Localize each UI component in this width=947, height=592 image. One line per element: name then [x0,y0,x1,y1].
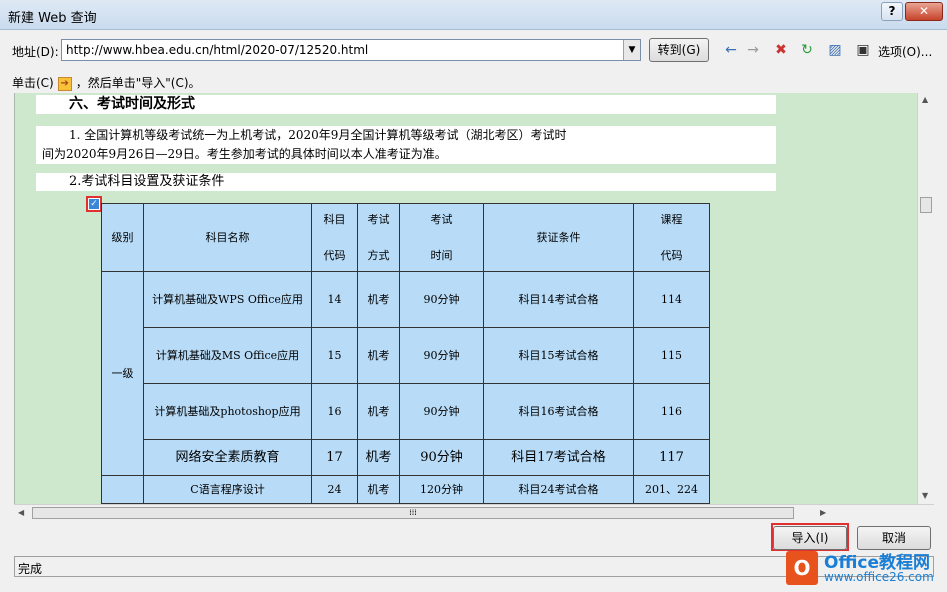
title-bar: 新建 Web 查询 ? ✕ [0,0,947,30]
cell-mode: 机考 [357,439,400,476]
cell-code: 14 [311,271,358,328]
hint-before: 单击(C) [12,76,54,90]
cell-condition: 科目24考试合格 [483,475,634,504]
address-input[interactable]: http://www.hbea.edu.cn/html/2020-07/1252… [61,39,641,61]
level-cell: 一级 [101,271,144,476]
dropdown-arrow-icon[interactable]: ▼ [623,40,640,60]
cell-condition: 科目16考试合格 [483,383,634,440]
stop-icon[interactable]: ✖ [771,40,791,60]
cell-name: 网络安全素质教育 [143,439,312,476]
header-mode: 考试 方式 [357,203,400,272]
watermark-url: www.office26.com [824,570,934,584]
exam-table: 级别 科目名称 科目 代码 考试 方式 考试 时间 获证条件 课程 代码 一级 计算机基… [101,203,710,504]
scroll-left-icon[interactable]: ◀ [18,508,24,517]
cell-name: C语言程序设计 [143,475,312,504]
cell-name: 计算机基础及WPS Office应用 [143,271,312,328]
header-name: 科目名称 [143,203,312,272]
help-button[interactable]: ? [881,2,903,21]
cell-course: 114 [633,271,710,328]
cell-condition: 科目17考试合格 [483,439,634,476]
table-row: 一级 计算机基础及WPS Office应用 14 机考 90分钟 科目14考试合… [101,271,710,476]
table-row: 计算机基础及MS Office应用 15 机考 90分钟 科目15考试合格 11… [102,327,710,384]
cell-mode: 机考 [357,383,400,440]
horizontal-scrollbar[interactable]: ◀ ⁞⁞⁞ ▶ [14,504,934,521]
header-level: 级别 [101,203,144,272]
horizontal-scroll-thumb[interactable]: ⁞⁞⁞ [32,507,794,519]
header-time: 考试 时间 [399,203,484,272]
go-button[interactable]: 转到(G) [649,38,709,62]
address-label: 地址(D): [12,45,59,59]
cell-time: 90分钟 [399,271,484,328]
header-code: 科目 代码 [311,203,358,272]
cell-course: 201、224 [633,475,710,504]
cell-time: 90分钟 [399,327,484,384]
cell-course: 115 [633,327,710,384]
header-condition: 获证条件 [483,203,634,272]
cell-code: 15 [311,327,358,384]
vertical-scrollbar[interactable]: ▲ ▼ [917,93,934,504]
select-arrow-icon: ➔ [57,76,72,91]
web-preview: 六、考试时间及形式 1. 全国计算机等级考试统一为上机考试，2020年9月全国计… [14,93,917,504]
cell-course: 116 [633,383,710,440]
save-query-icon[interactable]: ▣ [853,40,873,60]
cell-course: 117 [633,439,710,476]
table-row: 网络安全素质教育 17 机考 90分钟 科目17考试合格 117 [102,439,710,476]
sub-title: 2.考试科目设置及获证条件 [36,173,776,191]
hint-after: ，然后单击"导入"(C)。 [75,76,201,90]
office-logo-icon: O [786,551,818,585]
forward-icon[interactable]: → [743,40,763,60]
table-row: 计算机基础及photoshop应用 16 机考 90分钟 科目16考试合格 11… [102,383,710,440]
close-button[interactable]: ✕ [905,2,943,21]
scroll-up-icon[interactable]: ▲ [922,95,928,104]
cell-time: 90分钟 [399,383,484,440]
cell-condition: 科目15考试合格 [483,327,634,384]
check-icon: ✓ [89,199,99,209]
back-icon[interactable]: ← [721,40,741,60]
window-title: 新建 Web 查询 [8,11,97,26]
cell-code: 24 [311,475,358,504]
cell-mode: 机考 [357,475,400,504]
cell-code: 17 [311,439,358,476]
table-row: C语言程序设计 24 机考 120分钟 科目24考试合格 201、224 [101,475,710,504]
paragraph-line2: 间为2020年9月26日—29日。考生参加考试的具体时间以本人准考证为准。 [36,145,776,164]
options-button[interactable]: 选项(O)... [878,43,932,60]
instruction-text: 单击(C) ➔ ，然后单击"导入"(C)。 [12,74,201,91]
refresh-icon[interactable]: ↻ [797,40,817,60]
cell-time: 120分钟 [399,475,484,504]
paragraph-line1: 1. 全国计算机等级考试统一为上机考试，2020年9月全国计算机等级考试（湖北考… [36,126,776,145]
cell-condition: 科目14考试合格 [483,271,634,328]
watermark-logo: O Office教程网 www.office26.com [782,545,947,592]
level-cell-empty [101,475,144,504]
header-course: 课程 代码 [633,203,710,272]
scroll-down-icon[interactable]: ▼ [922,491,928,500]
vertical-scroll-thumb[interactable] [920,197,932,213]
cell-mode: 机考 [357,327,400,384]
cell-name: 计算机基础及photoshop应用 [143,383,312,440]
cell-code: 16 [311,383,358,440]
cell-name: 计算机基础及MS Office应用 [143,327,312,384]
cell-mode: 机考 [357,271,400,328]
table-header-row: 级别 科目名称 科目 代码 考试 方式 考试 时间 获证条件 课程 代码 [101,203,710,272]
section-title: 六、考试时间及形式 [36,95,776,114]
address-url: http://www.hbea.edu.cn/html/2020-07/1252… [66,43,369,57]
status-text: 完成 [18,562,43,576]
hide-icons-icon[interactable]: ▨ [825,40,845,60]
cell-time: 90分钟 [399,439,484,476]
table-select-checkbox[interactable]: ✓ [86,196,102,212]
scroll-right-icon[interactable]: ▶ [820,508,826,517]
